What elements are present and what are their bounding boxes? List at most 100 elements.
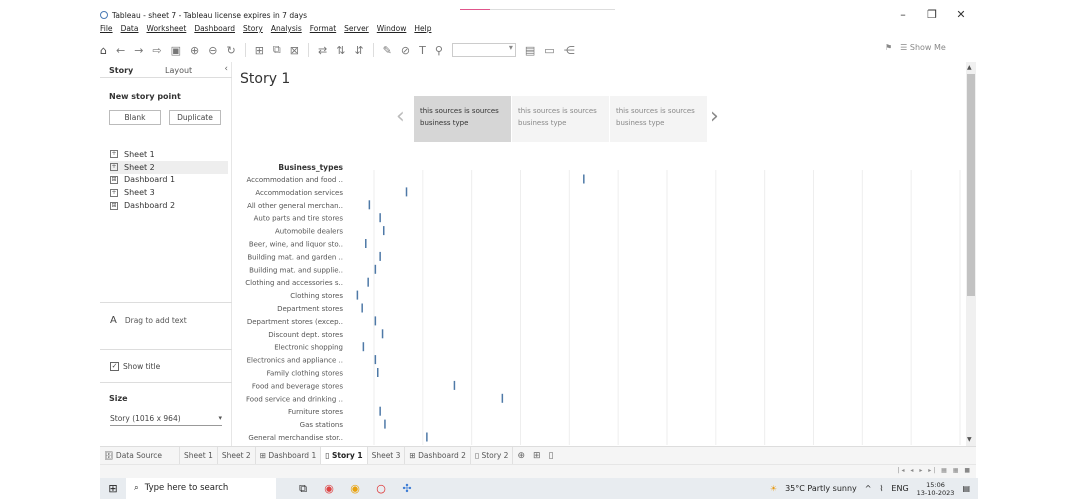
show-hidden-icons-icon[interactable]: ^ [865,484,872,493]
bar-mark[interactable] [426,432,428,442]
refresh-icon[interactable]: ↻ [226,44,235,57]
tableau-taskbar-icon[interactable]: ✣ [394,482,420,495]
duplicate-icon[interactable]: ⧉ [273,43,281,57]
pause-update-icon[interactable]: ⊖ [208,44,217,57]
new-datasource-icon[interactable]: ⊕ [190,44,199,57]
menu-analysis[interactable]: Analysis [271,24,302,36]
show-cards-icon[interactable]: ▤ [525,44,535,57]
bar-mark[interactable] [453,380,456,390]
blank-button[interactable]: Blank [109,110,161,125]
opera-icon[interactable]: ○ [368,482,394,495]
duplicate-button[interactable]: Duplicate [169,110,221,125]
clear-sheet-icon[interactable]: ⊠ [290,44,299,57]
minimize-button[interactable]: – [893,8,913,21]
notifications-icon[interactable]: ▤ [962,484,970,493]
next-story-point-arrow[interactable]: › [710,104,719,129]
menu-format[interactable]: Format [310,24,336,36]
previous-story-point-arrow[interactable]: ‹ [396,104,405,129]
labels-icon[interactable]: T [419,44,426,57]
highlight-icon[interactable]: ✎ [383,44,392,57]
pin-icon[interactable]: ⚲ [435,44,443,57]
story-point-2[interactable]: this sources is sources business type [512,96,609,142]
chrome-canary-icon[interactable]: ◉ [342,482,368,495]
bar-mark[interactable] [377,368,379,377]
bar-mark[interactable] [379,406,381,416]
tab-sheet-2[interactable]: Sheet 2 [218,446,256,465]
bar-mark[interactable] [379,251,381,261]
bar-mark[interactable] [368,200,371,210]
bar-mark[interactable] [501,393,504,403]
collapse-icon[interactable]: ‹ [224,64,228,74]
bar-mark[interactable] [583,174,585,184]
scroll-up-icon[interactable]: ▲ [967,64,972,71]
share-icon[interactable]: ⋲ [564,44,575,57]
new-dashboard-tab-icon[interactable]: ⊞ [529,451,545,461]
menu-story[interactable]: Story [243,24,263,36]
presentation-icon[interactable]: ▭ [544,44,554,57]
bar-mark[interactable] [374,316,377,326]
menu-file[interactable]: File [100,24,113,36]
home-icon[interactable]: ⌂ [100,44,107,57]
menu-data[interactable]: Data [121,24,139,36]
taskbar-search[interactable]: ⌕ Type here to search [126,478,276,499]
bar-mark[interactable] [374,355,377,365]
bar-mark[interactable] [356,290,359,300]
show-me-button[interactable]: ☰ Show Me [900,43,946,52]
chrome-icon[interactable]: ◉ [316,482,342,495]
weather-text[interactable]: 35°C Partly sunny [785,484,857,493]
maximize-button[interactable]: ❐ [922,8,942,21]
network-icon[interactable]: ⌇ [880,484,884,493]
tab-story-2[interactable]: ▯ Story 2 [471,446,514,465]
tab-sheet-1[interactable]: Sheet 1 [180,446,218,465]
menu-server[interactable]: Server [344,24,369,36]
tab-layout[interactable]: Layout [165,66,192,75]
menu-worksheet[interactable]: Worksheet [146,24,186,36]
sheet-item-dashboard-1[interactable]: ⊞ Dashboard 1 [110,174,228,187]
replay-icon[interactable]: ⇨ [152,44,161,57]
story-point-1[interactable]: this sources is sources business type [414,96,511,142]
bar-mark[interactable] [365,239,367,248]
scroll-down-icon[interactable]: ▼ [967,436,972,443]
sort-ascending-icon[interactable]: ⇅ [336,44,345,57]
bar-mark[interactable] [384,419,386,429]
windows-start-icon[interactable]: ⊞ [100,482,126,495]
menu-window[interactable]: Window [377,24,407,36]
bar-mark[interactable] [381,329,384,339]
tab-data-source[interactable]: 🗄 Data Source [100,446,180,465]
save-icon[interactable]: ▣ [171,44,181,57]
sheet-item-sheet-2[interactable]: + Sheet 2 [110,160,228,174]
sheet-item-sheet-3[interactable]: + Sheet 3 [110,186,228,199]
menu-dashboard[interactable]: Dashboard [194,24,235,36]
show-title-checkbox[interactable]: ✓ Show title [110,362,160,371]
redo-icon[interactable]: → [134,44,143,57]
close-button[interactable]: ✕ [951,8,971,21]
sheet-item-dashboard-2[interactable]: ⊞ Dashboard 2 [110,199,228,212]
fit-select[interactable] [451,43,516,57]
language-indicator[interactable]: ENG [891,484,908,493]
new-worksheet-icon[interactable]: ⊞ [255,44,264,57]
new-worksheet-tab-icon[interactable]: ⊕ [513,451,529,461]
sheet-item-sheet-1[interactable]: + Sheet 1 [110,148,228,161]
bar-mark[interactable] [374,264,377,274]
bar-mark[interactable] [361,303,363,313]
tab-sheet-3[interactable]: Sheet 3 [368,446,406,465]
sheet-navigation-controls[interactable]: |◂ ◂ ▸ ▸| ▦ ▦ ■ [897,467,972,474]
bar-mark[interactable] [405,187,408,197]
scrollbar-thumb[interactable] [967,74,975,296]
bar-mark[interactable] [367,277,369,287]
bar-mark[interactable] [379,213,381,223]
vertical-scrollbar[interactable]: ▲ ▼ [966,62,976,446]
sort-descending-icon[interactable]: ⇵ [354,44,363,57]
swap-icon[interactable]: ⇄ [318,44,327,57]
tab-story[interactable]: Story [109,66,133,75]
group-icon[interactable]: ⊘ [401,44,410,57]
size-select[interactable]: Story (1016 x 964) [110,414,222,426]
story-point-3[interactable]: this sources is sources business type [610,96,707,142]
menu-help[interactable]: Help [414,24,431,36]
tab-dashboard-2[interactable]: ⊞ Dashboard 2 [405,446,471,465]
bar-mark[interactable] [362,342,365,352]
tab-story-1[interactable]: ▯ Story 1 [321,446,368,465]
pin-toolbar-icon[interactable]: ⚑ [885,43,892,52]
bar-mark[interactable] [382,226,385,236]
undo-icon[interactable]: ← [116,44,125,57]
